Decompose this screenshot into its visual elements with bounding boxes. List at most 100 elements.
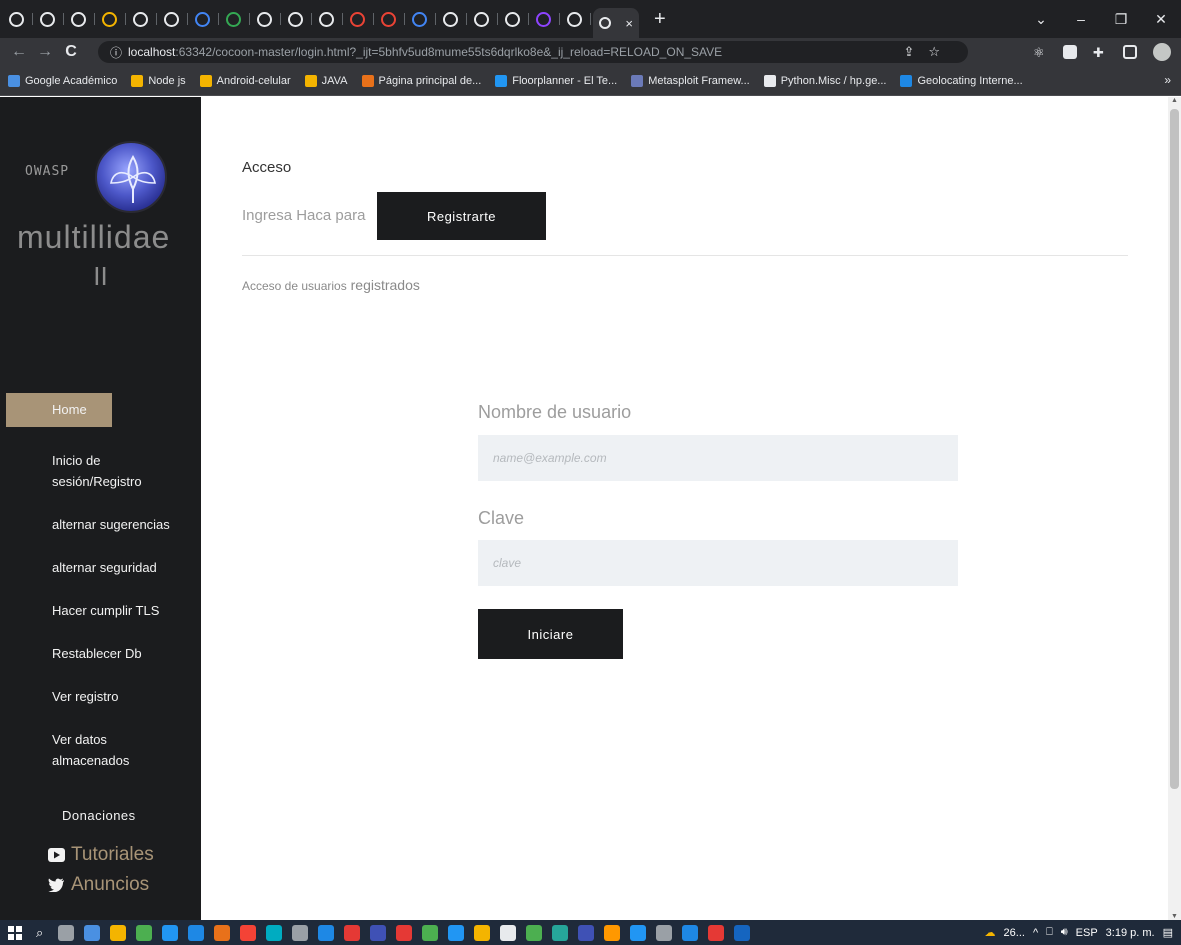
taskbar-app-icon[interactable]	[84, 924, 101, 941]
url-input[interactable]: ⓘ localhost:63342/cocoon-master/login.ht…	[98, 41, 968, 63]
sidebar-item-home[interactable]: Home	[6, 393, 112, 427]
taskbar-app-icon[interactable]	[708, 924, 725, 941]
volume-icon[interactable]: 🔊︎	[1061, 926, 1068, 939]
site-info-icon[interactable]: ⓘ	[110, 44, 122, 61]
taskbar-app-icon[interactable]	[318, 924, 335, 941]
browser-tab[interactable]	[190, 7, 219, 31]
bookmark-item[interactable]: Node js	[131, 74, 186, 87]
browser-tab[interactable]	[469, 7, 498, 31]
taskbar-app-icon[interactable]	[500, 924, 517, 941]
notifications-icon[interactable]: ▤	[1163, 926, 1173, 939]
bookmark-item[interactable]: Python.Misc / hp.ge...	[763, 74, 886, 87]
login-button[interactable]: Iniciare	[478, 609, 623, 659]
browser-tab[interactable]	[376, 7, 405, 31]
browser-tab[interactable]	[35, 7, 64, 31]
browser-tab[interactable]	[97, 7, 126, 31]
page-scrollbar[interactable]: ▲ ▼	[1168, 97, 1181, 920]
sidebar-item-reset-db[interactable]: Restablecer Db	[6, 643, 201, 664]
weather-text[interactable]: 26...	[1004, 927, 1025, 939]
browser-tab[interactable]	[562, 7, 591, 31]
sidebar-item-toggle-security[interactable]: alternar seguridad	[6, 557, 201, 578]
tray-chevron-icon[interactable]: ^	[1033, 927, 1038, 939]
taskbar-app-icon[interactable]	[422, 924, 439, 941]
taskbar-app-icon[interactable]	[734, 924, 751, 941]
extension-icon[interactable]	[1063, 45, 1077, 59]
taskbar-app-icon[interactable]	[396, 924, 413, 941]
new-tab-button[interactable]: +	[654, 8, 666, 31]
bookmark-item[interactable]: JAVA	[304, 74, 348, 87]
password-input[interactable]	[478, 540, 958, 586]
browser-tab[interactable]	[283, 7, 312, 31]
weather-icon[interactable]: ☁	[985, 926, 996, 939]
taskbar-app-icon[interactable]	[344, 924, 361, 941]
taskbar-app-icon[interactable]	[292, 924, 309, 941]
sidebar-item-enforce-tls[interactable]: Hacer cumplir TLS	[6, 600, 201, 621]
bookmarks-overflow-icon[interactable]: »	[1164, 73, 1171, 87]
tab-close-icon[interactable]: ×	[625, 16, 633, 31]
browser-tab[interactable]	[531, 7, 560, 31]
puzzle-extensions-icon[interactable]: ✚	[1093, 45, 1107, 60]
taskbar-app-icon[interactable]	[136, 924, 153, 941]
browser-tab[interactable]	[407, 7, 436, 31]
taskbar-app-icon[interactable]	[240, 924, 257, 941]
browser-tab[interactable]	[159, 7, 188, 31]
windows-start-icon[interactable]	[8, 925, 22, 940]
bookmark-star-icon[interactable]: ☆	[928, 44, 940, 60]
language-indicator[interactable]: ESP	[1076, 927, 1098, 939]
close-window-button[interactable]: ✕	[1141, 11, 1181, 28]
taskbar-app-icon[interactable]	[526, 924, 543, 941]
taskbar-app-icon[interactable]	[630, 924, 647, 941]
announcements-link[interactable]: Anuncios	[48, 874, 149, 896]
forward-arrow-icon[interactable]: →	[32, 43, 58, 61]
tutorials-link[interactable]: Tutoriales	[48, 844, 154, 866]
network-icon[interactable]: ⎕	[1046, 926, 1053, 939]
reload-icon[interactable]: C	[58, 43, 84, 61]
minimize-button[interactable]: –	[1061, 11, 1101, 27]
taskbar-app-icon[interactable]	[578, 924, 595, 941]
scrollbar-thumb[interactable]	[1170, 109, 1179, 789]
taskbar-app-icon[interactable]	[656, 924, 673, 941]
scroll-down-icon[interactable]: ▼	[1171, 913, 1178, 920]
taskbar-app-icon[interactable]	[266, 924, 283, 941]
scroll-up-icon[interactable]: ▲	[1171, 97, 1178, 104]
profile-avatar[interactable]	[1153, 43, 1171, 61]
active-tab[interactable]: ×	[593, 8, 639, 38]
browser-tab[interactable]	[252, 7, 281, 31]
bookmark-item[interactable]: Google Académico	[8, 74, 117, 87]
register-button[interactable]: Registrarte	[377, 192, 546, 240]
react-devtools-icon[interactable]: ⚛	[1033, 45, 1047, 60]
back-arrow-icon[interactable]: ←	[6, 43, 32, 61]
browser-tab[interactable]	[66, 7, 95, 31]
sidebar-item-stored-data-line1[interactable]: Ver datos	[6, 729, 201, 750]
taskbar-app-icon[interactable]	[448, 924, 465, 941]
sidebar-item-login-line2[interactable]: sesión/Registro	[6, 471, 201, 492]
taskbar-app-icon[interactable]	[474, 924, 491, 941]
taskbar-app-icon[interactable]	[682, 924, 699, 941]
sidebar-item-login-line1[interactable]: Inicio de	[6, 450, 201, 471]
sidebar-item-stored-data-line2[interactable]: almacenados	[6, 750, 201, 771]
bookmark-item[interactable]: Android-celular	[199, 74, 291, 87]
username-input[interactable]	[478, 435, 958, 481]
taskbar-app-icon[interactable]	[162, 924, 179, 941]
restore-button[interactable]: ❐	[1101, 11, 1141, 28]
side-panel-icon[interactable]	[1123, 45, 1137, 59]
taskbar-app-icon[interactable]	[370, 924, 387, 941]
taskbar-app-icon[interactable]	[110, 924, 127, 941]
browser-tab[interactable]	[4, 7, 33, 31]
taskbar-app-icon[interactable]	[58, 924, 75, 941]
sidebar-item-toggle-hints[interactable]: alternar sugerencias	[6, 514, 201, 535]
browser-tab[interactable]	[345, 7, 374, 31]
search-icon[interactable]: ⌕	[36, 925, 43, 941]
bookmark-item[interactable]: Página principal de...	[361, 74, 481, 87]
bookmark-item[interactable]: Floorplanner - El Te...	[495, 74, 617, 87]
taskbar-app-icon[interactable]	[188, 924, 205, 941]
share-icon[interactable]: ⇪	[903, 44, 914, 60]
tab-search-icon[interactable]: ⌄	[1021, 11, 1061, 28]
browser-tab[interactable]	[128, 7, 157, 31]
bookmark-item[interactable]: Metasploit Framew...	[631, 74, 750, 87]
browser-tab[interactable]	[314, 7, 343, 31]
browser-tab[interactable]	[221, 7, 250, 31]
taskbar-app-icon[interactable]	[552, 924, 569, 941]
sidebar-item-view-log[interactable]: Ver registro	[6, 686, 201, 707]
browser-tab[interactable]	[500, 7, 529, 31]
